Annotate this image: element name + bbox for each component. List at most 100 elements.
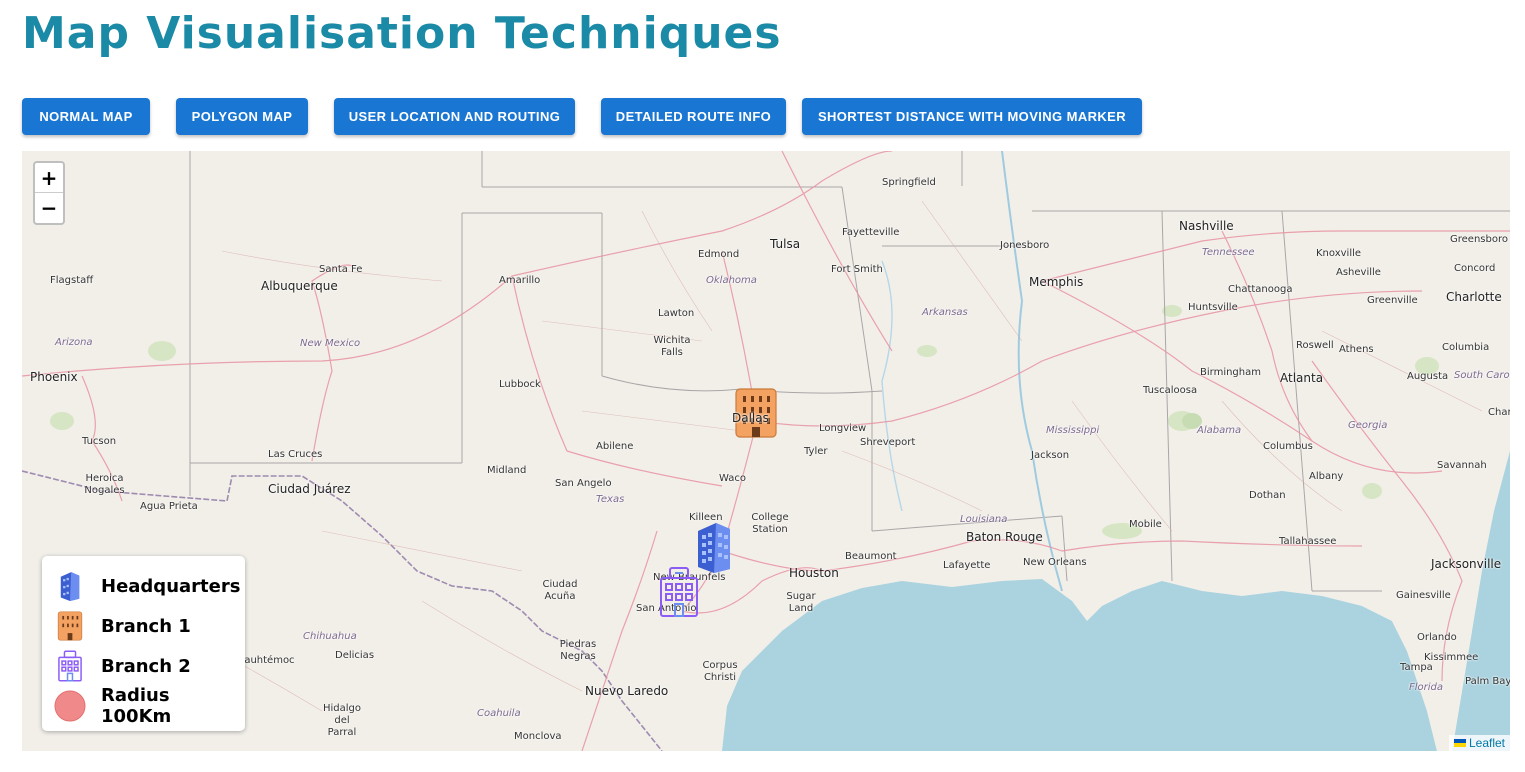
shortest-distance-moving-marker-button[interactable]: SHORTEST DISTANCE WITH MOVING MARKER <box>802 98 1142 135</box>
city-label: Ciudad Acuña <box>542 579 578 602</box>
city-label: Lubbock <box>499 379 541 390</box>
city-label: Nuevo Laredo <box>585 684 669 698</box>
blue-building-icon <box>698 523 730 573</box>
city-label: Greenville <box>1367 295 1418 306</box>
city-label: Roswell <box>1296 340 1334 351</box>
city-label: Baton Rouge <box>966 530 1043 544</box>
city-label: Houston <box>789 566 839 580</box>
city-label: Savannah <box>1437 460 1487 471</box>
city-label: Albany <box>1309 471 1344 482</box>
legend-label: Branch 2 <box>101 655 191 677</box>
orange-building-icon <box>57 611 83 641</box>
ukraine-flag-icon <box>1453 739 1466 747</box>
purple-building-icon <box>660 567 698 617</box>
region-label: Oklahoma <box>706 275 757 286</box>
city-label: Jonesboro <box>1000 240 1050 251</box>
region-label: Arkansas <box>922 307 968 318</box>
legend-label: Headquarters <box>101 575 241 597</box>
city-label: Columbus <box>1263 441 1313 452</box>
city-label: Asheville <box>1336 267 1381 278</box>
city-label: Palm Bay <box>1465 676 1510 687</box>
region-label: Texas <box>596 494 625 505</box>
city-label: Flagstaff <box>50 275 94 286</box>
city-label: Tampa <box>1400 662 1433 673</box>
city-label: Phoenix <box>30 370 78 384</box>
city-label: Tallahassee <box>1279 536 1337 547</box>
region-label: Alabama <box>1197 425 1242 436</box>
city-label: Albuquerque <box>261 279 338 293</box>
legend-label: Branch 1 <box>101 615 191 637</box>
city-label: Sugar Land <box>786 591 816 614</box>
city-label: Piedras Negras <box>559 639 597 662</box>
city-label: Mobile <box>1129 519 1162 530</box>
city-label: Knoxville <box>1316 248 1362 259</box>
purple-building-icon <box>58 650 82 682</box>
city-label: Shreveport <box>860 437 916 448</box>
region-label: Tennessee <box>1202 247 1255 258</box>
region-label: Chihuahua <box>303 631 357 642</box>
city-label: Edmond <box>698 249 740 260</box>
city-label: Charleston <box>1488 407 1510 418</box>
region-label: New Mexico <box>300 338 361 349</box>
city-label: Delicias <box>335 650 375 661</box>
zoom-control: + − <box>33 161 65 225</box>
headquarters-marker[interactable] <box>694 521 734 578</box>
city-label: Heroica Nogales <box>84 473 125 496</box>
city-label: College Station <box>751 512 789 535</box>
city-label: Nashville <box>1179 219 1234 233</box>
city-label: Gainesville <box>1396 590 1451 601</box>
region-label: South Carolina <box>1454 370 1510 381</box>
region-label: Florida <box>1409 682 1444 693</box>
city-label: Ciudad Juárez <box>268 482 351 496</box>
city-label: Fayetteville <box>842 227 900 238</box>
city-label: Agua Prieta <box>140 501 198 512</box>
legend-item: Branch 1 <box>54 610 191 642</box>
user-location-routing-button[interactable]: USER LOCATION AND ROUTING <box>334 98 575 135</box>
city-label: Jacksonville <box>1431 557 1502 571</box>
city-label: Concord <box>1454 263 1496 274</box>
city-label: Lawton <box>658 308 695 319</box>
branch-2-marker[interactable] <box>658 566 700 623</box>
city-label: New Orleans <box>1023 557 1087 568</box>
city-label: Tuscaloosa <box>1143 385 1198 396</box>
leaflet-link[interactable]: Leaflet <box>1469 736 1505 750</box>
city-label: Memphis <box>1029 275 1084 289</box>
region-label: Louisiana <box>960 514 1008 525</box>
polygon-map-button[interactable]: POLYGON MAP <box>176 98 308 135</box>
red-circle-icon <box>54 690 86 722</box>
map-container[interactable]: Springfield Tulsa Fayetteville Jonesboro… <box>22 151 1510 751</box>
map-attribution: Leaflet <box>1448 735 1510 751</box>
city-label: Athens <box>1339 344 1374 355</box>
normal-map-button[interactable]: NORMAL MAP <box>22 98 150 135</box>
city-label: Orlando <box>1417 632 1457 643</box>
legend-item: Headquarters <box>54 570 240 602</box>
city-label: Dallas <box>732 411 769 425</box>
city-label: Tulsa <box>770 237 801 251</box>
city-label: Wichita Falls <box>653 335 691 358</box>
region-label: Coahuila <box>477 708 521 719</box>
city-label: Chattanooga <box>1228 284 1293 295</box>
city-label: Corpus Christi <box>702 660 738 683</box>
legend-item: Radius 100Km <box>54 685 245 727</box>
zoom-in-button[interactable]: + <box>35 163 63 193</box>
city-label: Tucson <box>82 436 117 447</box>
map-legend: Headquarters Branch 1 Branch 2 Radius 10… <box>42 556 245 731</box>
city-label: Tyler <box>804 446 828 457</box>
city-label: Huntsville <box>1188 302 1238 313</box>
page-title: Map Visualisation Techniques <box>22 8 782 59</box>
city-label: Hidalgo del Parral <box>322 703 362 738</box>
city-label: Greensboro <box>1450 234 1508 245</box>
zoom-out-button[interactable]: − <box>35 193 63 223</box>
city-label: Las Cruces <box>268 449 323 460</box>
city-label: Springfield <box>882 177 936 188</box>
city-label: Atlanta <box>1280 371 1324 385</box>
blue-building-icon <box>60 572 80 601</box>
city-label: Charlotte <box>1446 290 1502 304</box>
detailed-route-info-button[interactable]: DETAILED ROUTE INFO <box>601 98 786 135</box>
city-label: Augusta <box>1407 371 1449 382</box>
city-label: Longview <box>819 423 867 434</box>
city-label: Dothan <box>1249 490 1286 501</box>
city-label: Lafayette <box>943 560 991 571</box>
city-label: Midland <box>487 465 527 476</box>
city-label: Jackson <box>1031 450 1070 461</box>
